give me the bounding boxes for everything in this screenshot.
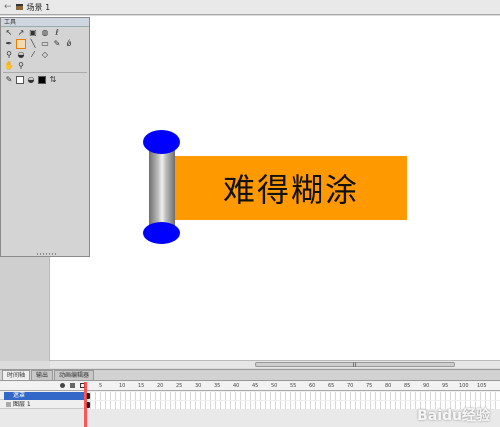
tools-divider — [3, 72, 87, 73]
tab-timeline[interactable]: 时间轴 — [2, 370, 31, 380]
scene-label[interactable]: 场景 1 — [27, 2, 51, 13]
ruler-tick: 95 — [442, 383, 449, 389]
tools-panel-title[interactable]: 工具 — [1, 18, 89, 27]
tab-motion-editor[interactable]: 动画编辑器 — [54, 370, 95, 380]
playhead[interactable] — [84, 382, 87, 427]
ruler-tick: 25 — [176, 383, 183, 389]
text-tool-icon[interactable] — [16, 38, 26, 49]
ruler-tick: 60 — [309, 383, 316, 389]
brush-tool-icon[interactable]: ǿ — [64, 39, 74, 49]
layer-frames[interactable] — [86, 392, 500, 400]
watermark: Baidu经验 — [417, 408, 490, 424]
subselection-tool-icon[interactable]: ↗ — [16, 28, 26, 38]
ruler-tick: 30 — [195, 383, 202, 389]
bone-tool-icon[interactable]: ⚲ — [4, 50, 14, 60]
free-transform-icon[interactable]: ▣ — [28, 28, 38, 38]
eyedropper-icon[interactable]: ⁄ — [28, 50, 38, 60]
rectangle-tool-icon[interactable]: ▭ — [40, 39, 50, 49]
fill-color-swatch[interactable] — [38, 75, 46, 84]
ruler-tick: 55 — [290, 383, 297, 389]
scene-bar: ← 场景 1 — [0, 0, 500, 15]
ruler-tick: 65 — [328, 383, 335, 389]
workspace-gray-area — [0, 256, 50, 361]
hand-tool-icon[interactable]: ✋ — [4, 61, 14, 71]
timeline-panel: 时间轴 输出 动画编辑器 5 10 15 20 25 30 35 40 45 5… — [0, 369, 500, 427]
stroke-color-swatch[interactable] — [16, 75, 24, 84]
pen-tool-icon[interactable]: ✒ — [4, 39, 14, 49]
scroll-handle-bottom[interactable] — [143, 222, 180, 244]
ruler-tick: 70 — [347, 383, 354, 389]
swap-colors-icon[interactable]: ⇅ — [48, 75, 58, 85]
pencil-tool-icon[interactable]: ✎ — [52, 39, 62, 49]
timeline-tabs: 时间轴 输出 动画编辑器 — [0, 370, 500, 381]
fill-color-icon[interactable]: ◒ — [26, 75, 36, 85]
horizontal-scrollbar[interactable] — [50, 360, 500, 368]
ruler-tick: 50 — [271, 383, 278, 389]
scrollbar-grip-icon — [353, 362, 357, 367]
banner-text: 难得糊涂 — [222, 171, 359, 209]
clapperboard-icon — [15, 4, 23, 10]
back-arrow-icon[interactable]: ← — [4, 2, 12, 12]
ruler-tick: 100 — [459, 383, 469, 389]
ruler-tick: 80 — [385, 383, 392, 389]
scroll-handle-top[interactable] — [143, 130, 180, 154]
scroll-banner[interactable]: 难得糊涂 — [175, 156, 407, 220]
ruler-tick: 45 — [252, 383, 259, 389]
stroke-color-icon[interactable]: ✎ — [4, 75, 14, 85]
line-tool-icon[interactable]: ╲ — [28, 39, 38, 49]
3d-rotation-icon[interactable]: ◍ — [40, 28, 50, 38]
lock-icon[interactable] — [70, 383, 75, 388]
ruler-tick: 85 — [404, 383, 411, 389]
ruler-tick: 20 — [157, 383, 164, 389]
panel-resize-grip[interactable] — [37, 253, 57, 255]
scroll-rod[interactable] — [149, 148, 175, 226]
ruler-tick: 5 — [99, 383, 103, 389]
ruler-tick: 15 — [138, 383, 145, 389]
tools-panel: 工具 ↖ ↗ ▣ ◍ ℓ ✒ ╲ ▭ ✎ ǿ ⚲ ◒ ⁄ ◇ ✋ ⚲ ✎ ◒ ⇅ — [0, 17, 90, 257]
selection-tool-icon[interactable]: ↖ — [4, 28, 14, 38]
ruler-tick: 105 — [477, 383, 487, 389]
ruler-tick: 90 — [423, 383, 430, 389]
tab-output[interactable]: 输出 — [31, 370, 54, 380]
layer-name[interactable]: 遮罩 — [4, 392, 84, 400]
lasso-icon[interactable]: ℓ — [52, 28, 62, 38]
frame-ruler[interactable]: 5 10 15 20 25 30 35 40 45 50 55 60 65 70… — [85, 382, 500, 391]
paint-bucket-icon[interactable]: ◒ — [16, 50, 26, 60]
ruler-tick: 35 — [214, 383, 221, 389]
ruler-tick: 75 — [366, 383, 373, 389]
zoom-tool-icon[interactable]: ⚲ — [16, 61, 26, 71]
eye-icon[interactable] — [60, 383, 65, 388]
ruler-tick: 10 — [119, 383, 126, 389]
eraser-icon[interactable]: ◇ — [40, 50, 50, 60]
ruler-tick: 40 — [233, 383, 240, 389]
layer-row-mask[interactable]: 遮罩 — [0, 392, 500, 400]
layer-name[interactable]: 图层 1 — [4, 401, 84, 409]
